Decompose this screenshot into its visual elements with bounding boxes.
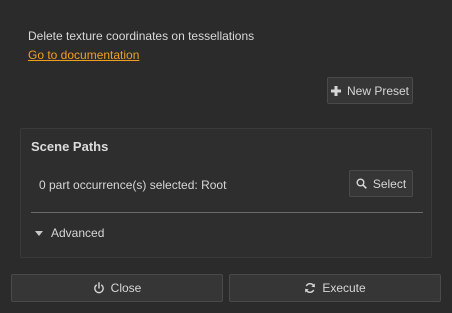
divider [31, 212, 423, 213]
advanced-label: Advanced [51, 226, 105, 240]
selection-status: 0 part occurrence(s) selected: Root [39, 178, 227, 192]
execute-label: Execute [322, 281, 366, 295]
refresh-icon [304, 282, 316, 294]
new-preset-label: New Preset [346, 83, 410, 98]
scene-paths-panel: Scene Paths 0 part occurrence(s) selecte… [20, 128, 432, 258]
power-icon [93, 282, 105, 294]
dialog: Delete texture coordinates on tessellati… [0, 0, 452, 313]
new-preset-button[interactable]: New Preset [327, 77, 413, 104]
close-button[interactable]: Close [11, 274, 223, 302]
select-button[interactable]: Select [349, 170, 413, 197]
plus-icon [330, 85, 341, 96]
execute-button[interactable]: Execute [229, 274, 441, 302]
select-label: Select [372, 176, 407, 191]
search-icon [356, 178, 367, 189]
close-label: Close [110, 281, 142, 295]
advanced-toggle[interactable]: Advanced [35, 225, 104, 241]
documentation-link[interactable]: Go to documentation [28, 48, 139, 62]
triangle-down-icon [35, 230, 43, 236]
description-text: Delete texture coordinates on tessellati… [28, 29, 255, 43]
panel-title: Scene Paths [31, 139, 109, 154]
